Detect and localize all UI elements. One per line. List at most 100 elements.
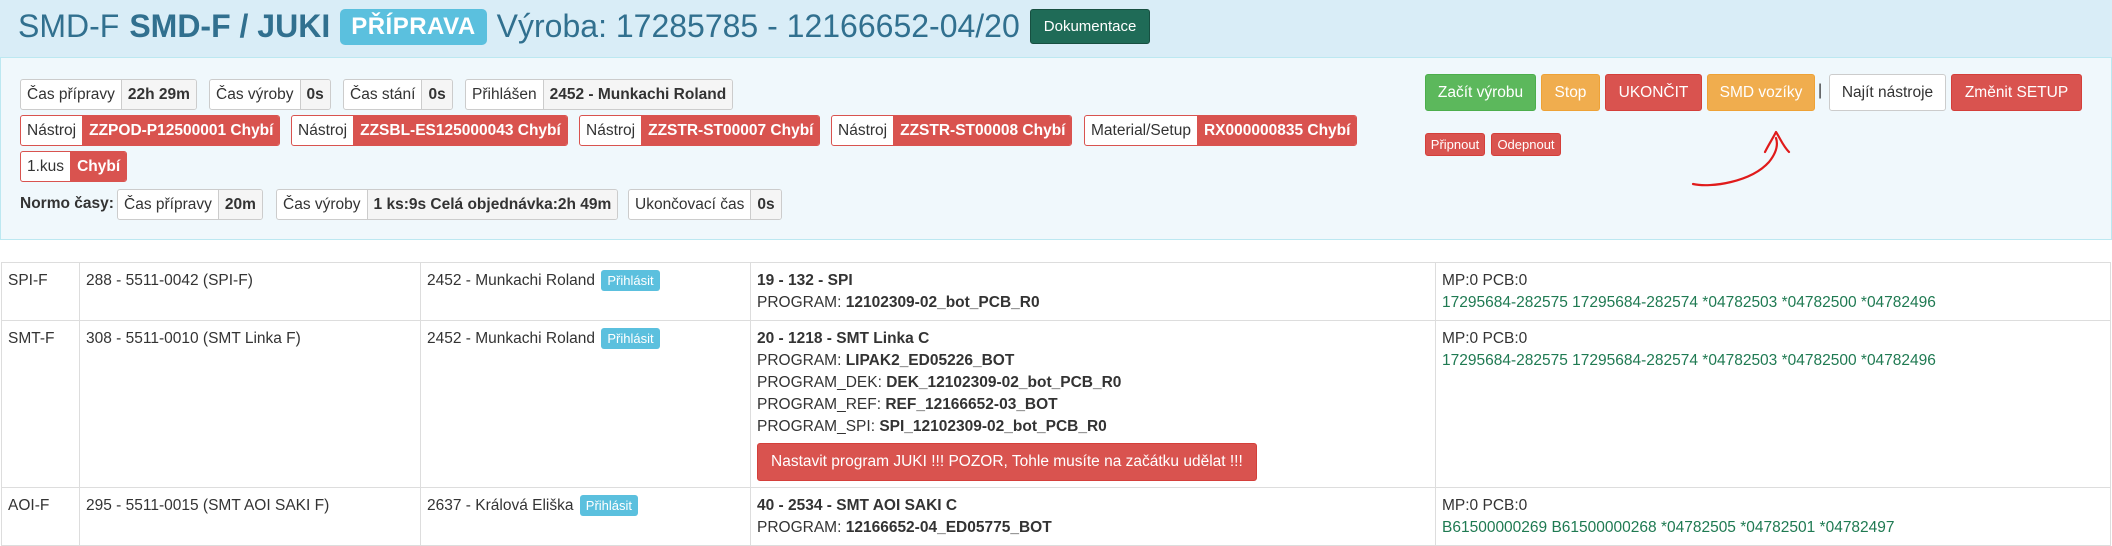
pill-value: 20m bbox=[217, 190, 262, 219]
start-production-button[interactable]: Začít výrobu bbox=[1425, 74, 1536, 111]
operator-name: 2452 - Munkachi Roland bbox=[427, 272, 596, 289]
pill-label: Čas přípravy bbox=[27, 86, 115, 103]
missing-tool-pill: Nástroj ZZSTR-ST00008 Chybí bbox=[831, 115, 1073, 146]
missing-tool-pill: Nástroj ZZSTR-ST00007 Chybí bbox=[579, 115, 821, 146]
pill-value: 0s bbox=[421, 80, 452, 109]
pill-value: Chybí bbox=[70, 152, 127, 181]
program-value: LIPAK2_ED05226_BOT bbox=[845, 352, 1015, 369]
pill-label: Čas přípravy bbox=[124, 196, 212, 213]
login-button[interactable]: Přihlásit bbox=[601, 328, 660, 350]
pill-label: Nástroj bbox=[586, 122, 636, 139]
login-button[interactable]: Přihlásit bbox=[579, 495, 639, 517]
serials-list: B61500000269 B61500000268 *04782505 *047… bbox=[1442, 519, 1895, 536]
pill-label: Nástroj bbox=[838, 122, 888, 139]
pill-value: RX000000835 Chybí bbox=[1196, 116, 1357, 145]
pill-label: Přihlášen bbox=[472, 86, 537, 103]
first-piece-pill: 1.kus Chybí bbox=[20, 151, 128, 182]
line-prefix: SMD-F bbox=[18, 8, 120, 44]
counters-text: MP:0 PCB:0 bbox=[1442, 272, 1528, 289]
operator-cell: 2452 - Munkachi Roland Přihlásit bbox=[420, 262, 751, 321]
program-key: PROGRAM: bbox=[757, 519, 842, 536]
missing-setup-pill: Material/Setup RX000000835 Chybí bbox=[1084, 115, 1358, 146]
pill-label: Nástroj bbox=[27, 122, 77, 139]
station-cell: 19 - 132 - SPI PROGRAM: 12102309-02_bot_… bbox=[750, 262, 1436, 321]
order-title: Výroba: 17285785 - 12166652-04/20 bbox=[496, 8, 1020, 44]
program-line: PROGRAM: 12102309-02_bot_PCB_R0 bbox=[757, 292, 1429, 314]
pill-value: 0s bbox=[750, 190, 781, 219]
station-name: 19 - 132 - SPI bbox=[757, 272, 853, 289]
pill-label: Čas výroby bbox=[283, 196, 361, 213]
pill-label: Ukončovací čas bbox=[635, 196, 745, 213]
documentation-button[interactable]: Dokumentace bbox=[1029, 9, 1151, 44]
annotation-arrow-icon bbox=[1691, 130, 1791, 187]
counters-cell: MP:0 PCB:0 17295684-282575 17295684-2825… bbox=[1435, 320, 2111, 488]
normo-prep-pill: Čas přípravy 20m bbox=[117, 189, 263, 220]
counters-cell: MP:0 PCB:0 17295684-282575 17295684-2825… bbox=[1435, 262, 2111, 321]
table-row: SMT-F 308 - 5511-0010 (SMT Linka F) 2452… bbox=[1, 320, 2111, 488]
operation-code: SMT-F bbox=[1, 320, 80, 488]
find-tools-button[interactable]: Najít nástroje bbox=[1829, 74, 1946, 111]
production-time-pill: Čas výroby 0s bbox=[209, 79, 331, 110]
program-value: 12166652-04_ED05775_BOT bbox=[845, 519, 1052, 536]
counters-text: MP:0 PCB:0 bbox=[1442, 330, 1528, 347]
button-separator: | bbox=[1818, 82, 1823, 99]
change-setup-button[interactable]: Změnit SETUP bbox=[1951, 74, 2082, 111]
operation-code: AOI-F bbox=[1, 487, 80, 546]
operation-code: SPI-F bbox=[1, 262, 80, 321]
program-key: PROGRAM: bbox=[757, 294, 842, 311]
stop-button[interactable]: Stop bbox=[1541, 74, 1600, 111]
missing-tool-pill: Nástroj ZZSBL-ES125000043 Chybí bbox=[291, 115, 568, 146]
program-value: SPI_12102309-02_bot_PCB_R0 bbox=[879, 418, 1107, 435]
program-key: PROGRAM_REF: bbox=[757, 396, 882, 413]
pill-value: ZZSBL-ES125000043 Chybí bbox=[353, 116, 567, 145]
program-key: PROGRAM_DEK: bbox=[757, 374, 882, 391]
downtime-pill: Čas stání 0s bbox=[343, 79, 453, 110]
station-name: 20 - 1218 - SMT Linka C bbox=[757, 330, 930, 347]
program-value: 12102309-02_bot_PCB_R0 bbox=[845, 294, 1040, 311]
smd-carts-button[interactable]: SMD vozíky bbox=[1707, 74, 1815, 111]
pill-value: ZZPOD-P12500001 Chybí bbox=[82, 116, 280, 145]
pill-value: 1 ks:9s Celá objednávka:2h 49m bbox=[366, 190, 618, 219]
prep-time-pill: Čas přípravy 22h 29m bbox=[20, 79, 197, 110]
operator-cell: 2452 - Munkachi Roland Přihlásit bbox=[420, 320, 751, 488]
missing-tool-pill: Nástroj ZZPOD-P12500001 Chybí bbox=[20, 115, 281, 146]
program-line: PROGRAM: LIPAK2_ED05226_BOT bbox=[757, 350, 1429, 372]
pill-label: Material/Setup bbox=[1091, 122, 1191, 139]
pill-label: 1.kus bbox=[27, 158, 65, 175]
station-cell: 20 - 1218 - SMT Linka C PROGRAM: LIPAK2_… bbox=[750, 320, 1436, 488]
operator-name: 2452 - Munkachi Roland bbox=[427, 330, 596, 347]
pill-value: 22h 29m bbox=[120, 80, 196, 109]
operator-name: 2637 - Králová Eliška bbox=[427, 497, 574, 514]
operations-table: SPI-F 288 - 5511-0042 (SPI-F) 2452 - Mun… bbox=[1, 262, 2111, 546]
header-title-row: SMD-F SMD-F / JUKI PŘÍPRAVA Výroba: 1728… bbox=[18, 8, 1151, 45]
program-key: PROGRAM_SPI: bbox=[757, 418, 875, 435]
set-program-alert-button[interactable]: Nastavit program JUKI !!! POZOR, Tohle m… bbox=[757, 443, 1257, 481]
logged-in-pill: Přihlášen 2452 - Munkachi Roland bbox=[465, 79, 734, 110]
login-button[interactable]: Přihlásit bbox=[601, 270, 660, 292]
detach-button[interactable]: Odepnout bbox=[1491, 133, 1561, 156]
program-key: PROGRAM: bbox=[757, 352, 842, 369]
pill-label: Nástroj bbox=[298, 122, 348, 139]
program-line: PROGRAM_SPI: SPI_12102309-02_bot_PCB_R0 bbox=[757, 416, 1429, 438]
attach-button[interactable]: Připnout bbox=[1425, 133, 1485, 156]
normo-finish-pill: Ukončovací čas 0s bbox=[628, 189, 782, 220]
machine-cell: 308 - 5511-0010 (SMT Linka F) bbox=[79, 320, 421, 488]
serials-list: 17295684-282575 17295684-282574 *0478250… bbox=[1442, 352, 1936, 369]
operator-cell: 2637 - Králová Eliška Přihlásit bbox=[420, 487, 751, 546]
program-value: REF_12166652-03_BOT bbox=[885, 396, 1058, 413]
counters-cell: MP:0 PCB:0 B61500000269 B61500000268 *04… bbox=[1435, 487, 2111, 546]
page-header: SMD-F SMD-F / JUKI PŘÍPRAVA Výroba: 1728… bbox=[0, 0, 2112, 58]
normo-production-pill: Čas výroby 1 ks:9s Celá objednávka:2h 49… bbox=[276, 189, 619, 220]
pill-value: ZZSTR-ST00007 Chybí bbox=[641, 116, 820, 145]
program-line: PROGRAM: 12166652-04_ED05775_BOT bbox=[757, 517, 1429, 539]
program-value: DEK_12102309-02_bot_PCB_R0 bbox=[886, 374, 1122, 391]
table-row: AOI-F 295 - 5511-0015 (SMT AOI SAKI F) 2… bbox=[1, 487, 2111, 546]
machine-cell: 288 - 5511-0042 (SPI-F) bbox=[79, 262, 421, 321]
counters-text: MP:0 PCB:0 bbox=[1442, 497, 1528, 514]
program-line: PROGRAM_DEK: DEK_12102309-02_bot_PCB_R0 bbox=[757, 372, 1429, 394]
table-row: SPI-F 288 - 5511-0042 (SPI-F) 2452 - Mun… bbox=[1, 262, 2111, 321]
finish-button[interactable]: UKONČIT bbox=[1605, 74, 1702, 111]
line-title: SMD-F / JUKI bbox=[129, 8, 331, 44]
pill-value: 0s bbox=[299, 80, 330, 109]
pill-value: ZZSTR-ST00008 Chybí bbox=[893, 116, 1072, 145]
